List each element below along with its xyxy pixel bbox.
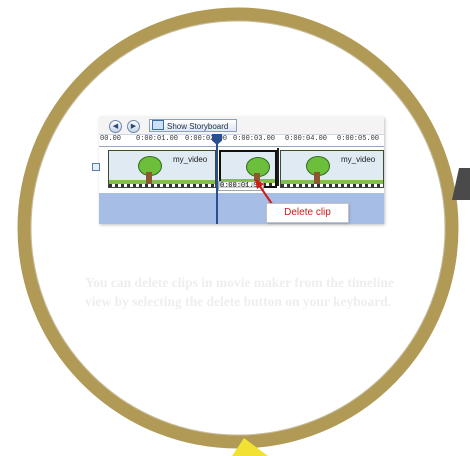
video-clip[interactable]: my_video	[108, 150, 216, 188]
show-storyboard-button[interactable]: Show Storyboard	[149, 119, 237, 132]
decorative-ring	[17, 7, 470, 456]
tree-icon	[305, 156, 330, 184]
ruler-tick: 0:00:03.00	[233, 135, 276, 143]
clip-title: my_video	[173, 155, 208, 164]
ring-circle	[17, 7, 459, 449]
clip-filmstrip	[109, 184, 215, 187]
time-tooltip: 0:00:01.90	[218, 181, 265, 191]
tree-icon	[137, 156, 162, 184]
timeline-toolbar: ◀ ▶ Show Storyboard	[99, 117, 384, 135]
playhead-line[interactable]	[216, 134, 218, 224]
delete-clip-callout: Delete clip	[266, 203, 349, 223]
clip-filmstrip	[281, 184, 383, 187]
rewind-button[interactable]: ◀	[109, 120, 122, 133]
ruler-tick: 0:00:05.00	[337, 135, 380, 143]
ruler-tick: 0:00:04.00	[285, 135, 328, 143]
video-track: my_video my_video 0:00:01.90	[99, 148, 384, 191]
slide-caption: You can delete clips in movie maker from…	[85, 275, 394, 309]
storyboard-icon	[152, 120, 164, 130]
play-button[interactable]: ▶	[127, 120, 140, 133]
play-icon: ▶	[130, 123, 137, 130]
right-marker	[452, 168, 470, 200]
ring-inner-edge	[30, 20, 446, 436]
ruler-tick: 00.00	[100, 135, 122, 143]
clip-title: my_video	[341, 155, 376, 164]
ruler-tick: 0:00:01.00	[136, 135, 179, 143]
clip-boundary	[277, 148, 279, 186]
slide-canvas: ◀ ▶ Show Storyboard 00.00 0:00:01.00 0:0…	[0, 0, 470, 456]
rewind-icon: ◀	[112, 123, 119, 130]
track-expand-icon[interactable]	[92, 163, 100, 171]
video-clip[interactable]: my_video	[280, 150, 384, 188]
time-ruler[interactable]: 00.00 0:00:01.00 0:00:02.00 0:00:03.00 0…	[99, 135, 384, 147]
show-storyboard-label: Show Storyboard	[167, 122, 229, 131]
